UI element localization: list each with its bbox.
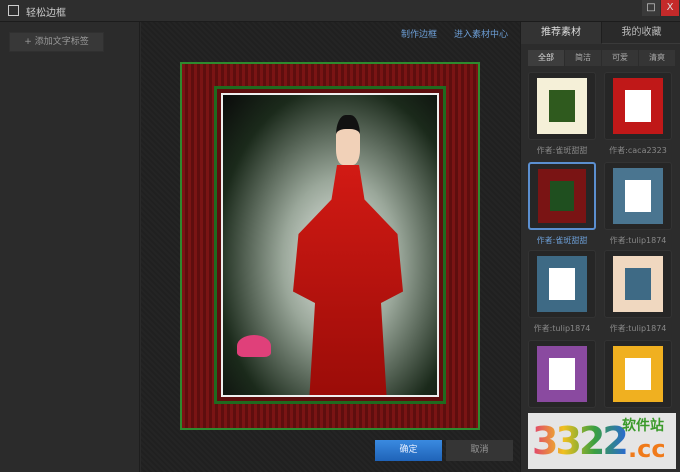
watermark-site: 软件站	[622, 418, 664, 434]
tab-favorites[interactable]: 我的收藏	[601, 22, 680, 44]
filter-fresh[interactable]: 清爽	[639, 50, 675, 66]
material-center-link[interactable]: 进入素材中心	[454, 27, 508, 40]
cancel-button[interactable]: 取消	[446, 440, 513, 461]
figure-head	[336, 115, 360, 165]
thumbnail-author: 作者:caca2323	[609, 146, 667, 155]
filter-all[interactable]: 全部	[528, 50, 564, 66]
material-thumbnail[interactable]	[528, 72, 596, 140]
frame-thumbnail-image	[613, 256, 663, 312]
frame-thumbnail-image	[537, 346, 587, 402]
photo	[221, 93, 439, 397]
watermark-domain: .cc	[628, 435, 666, 463]
add-text-label: 添加文字标签	[34, 37, 89, 47]
material-thumbnail[interactable]	[604, 340, 672, 408]
app-icon	[8, 5, 19, 16]
make-frame-link[interactable]: 制作边框	[401, 27, 437, 40]
material-thumbnail[interactable]	[528, 340, 596, 408]
tab-recommended[interactable]: 推荐素材	[521, 22, 601, 44]
figure	[293, 165, 403, 395]
left-panel	[0, 22, 140, 472]
filter-cute[interactable]: 可爱	[602, 50, 638, 66]
frame-thumbnail-image	[613, 78, 663, 134]
frame-thumbnail-image	[537, 256, 587, 312]
frame-thumbnail-image	[538, 169, 586, 223]
material-thumbnail[interactable]	[604, 250, 672, 318]
window-title: 轻松边框	[26, 8, 66, 19]
frame-thumbnail-image	[613, 168, 663, 224]
material-thumbnail[interactable]	[528, 162, 596, 230]
thumbnail-author: 作者:雀斑甜甜	[536, 146, 588, 155]
material-thumbnail[interactable]	[528, 250, 596, 318]
lotus-flower	[237, 335, 271, 357]
thumbnail-author: 作者:tulip1874	[609, 324, 667, 333]
restore-button[interactable]: □	[642, 0, 660, 16]
frame-thumbnail-image	[613, 346, 663, 402]
inner-frame	[214, 86, 446, 404]
watermark-number: 3322	[532, 419, 629, 463]
title-bar: 轻松边框 □ X	[0, 0, 680, 22]
thumbnail-author: 作者:tulip1874	[533, 324, 591, 333]
filter-simple[interactable]: 简洁	[565, 50, 601, 66]
close-button[interactable]: X	[661, 0, 679, 16]
plus-icon: +	[24, 37, 32, 47]
confirm-button[interactable]: 确定	[375, 440, 442, 461]
thumbnail-author: 作者:tulip1874	[609, 236, 667, 245]
thumbnail-author: 作者:雀斑甜甜	[536, 236, 588, 245]
frame-thumbnail-image	[537, 78, 587, 134]
watermark-logo: 3322 软件站 .cc	[528, 413, 676, 469]
material-thumbnail[interactable]	[604, 162, 672, 230]
material-thumbnail[interactable]	[604, 72, 672, 140]
frame-preview[interactable]	[180, 62, 480, 430]
add-text-label-button[interactable]: + 添加文字标签	[9, 32, 104, 52]
